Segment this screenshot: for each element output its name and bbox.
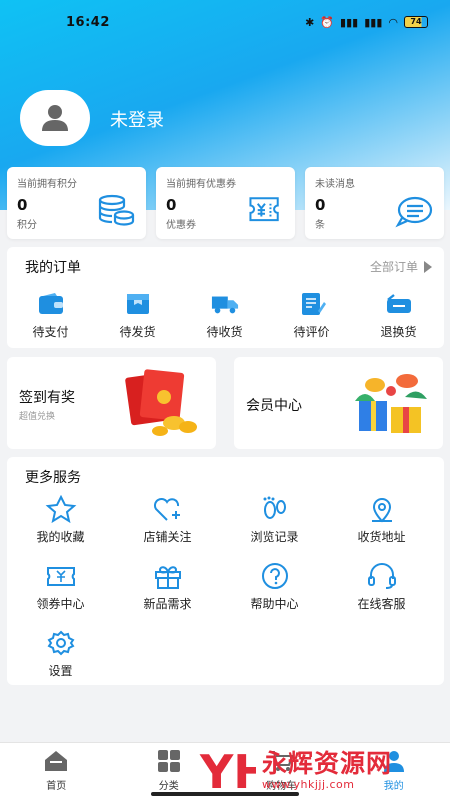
services-panel: 更多服务 我的收藏 店铺关注 浏览记录 收货地址 领券中心 新品需求 帮助中心 … [7,457,444,685]
member-title: 会员中心 [246,398,302,414]
order-pending-review[interactable]: 待评价 [268,291,355,340]
order-label: 退换货 [380,325,417,339]
watermark-url: www.yhkjjj.com [262,777,355,791]
service-label: 我的收藏 [36,530,85,544]
order-pending-shipment[interactable]: 待发货 [94,291,181,340]
service-label: 在线客服 [357,597,406,611]
coupon-card[interactable]: 当前拥有优惠券 0 优惠券 [156,167,295,239]
service-address[interactable]: 收货地址 [328,495,435,545]
order-return[interactable]: 退换货 [355,291,442,340]
settings-icon [47,630,74,656]
service-new-products[interactable]: 新品需求 [114,562,221,612]
service-online-support[interactable]: 在线客服 [328,562,435,612]
service-label: 店铺关注 [143,530,192,544]
truck-icon [211,296,238,314]
ticket-icon [46,567,75,586]
all-orders-link[interactable]: 全部订单 [370,258,432,275]
avatar[interactable] [20,90,90,146]
headset-icon [367,563,396,589]
order-label: 待收货 [206,325,243,339]
coupon-title: 当前拥有优惠券 [166,179,236,190]
wallet-icon [38,293,63,314]
gift-box-icon [355,374,427,433]
return-icon [386,294,411,313]
service-label: 浏览记录 [250,530,299,544]
site-watermark: YH 永辉资源网 www.yhkjjj.com [198,744,392,796]
chevron-right-icon [424,260,432,273]
status-icons: ✱ ⏰ ▮▮▮ ▮▮▮ ◠ 74 [305,16,428,29]
order-pending-payment[interactable]: 待支付 [7,291,94,340]
location-icon [371,498,392,523]
service-help-center[interactable]: 帮助中心 [221,562,328,612]
battery-icon: 74 [404,16,428,28]
message-card[interactable]: 未读消息 0 条 [305,167,444,239]
red-envelope-icon [125,369,197,436]
order-pending-receipt[interactable]: 待收货 [181,291,268,340]
order-label: 待评价 [293,325,330,339]
wifi-icon: ◠ [388,15,398,29]
status-time: 16:42 [66,14,110,30]
grid-icon [157,750,180,772]
message-title: 未读消息 [315,179,355,190]
heart-plus-icon [153,497,180,521]
login-status[interactable]: 未登录 [110,106,164,132]
service-label: 帮助中心 [250,597,299,611]
points-title: 当前拥有积分 [17,179,77,190]
service-favorites[interactable]: 我的收藏 [7,495,114,545]
star-icon [45,495,76,523]
box-icon [126,294,149,314]
service-label: 收货地址 [357,530,406,544]
member-center-card[interactable]: 会员中心 [234,357,443,449]
status-bar: 16:42 ✱ ⏰ ▮▮▮ ▮▮▮ ◠ 74 [0,0,450,44]
service-label: 设置 [48,664,73,678]
coins-icon [98,194,135,226]
message-icon [395,196,433,228]
services-title: 更多服务 [25,470,81,486]
service-label: 新品需求 [143,597,192,611]
watermark-logo-text: YH [199,745,256,796]
help-icon [261,563,288,589]
bluetooth-icon: ✱ [305,15,315,29]
service-settings[interactable]: 设置 [7,629,114,679]
orders-panel: 我的订单 全部订单 待支付 待发货 待收货 待评价 退换货 [7,247,444,348]
watermark-text: 永辉资源网 [262,748,393,778]
tab-home[interactable]: 首页 [0,743,113,800]
home-indicator[interactable] [151,792,299,796]
points-card[interactable]: 当前拥有积分 0 积分 [7,167,146,239]
service-label: 领券中心 [36,597,85,611]
order-label: 待支付 [32,325,69,339]
checkin-reward-card[interactable]: 签到有奖 超值兑换 [7,357,216,449]
review-icon [301,293,326,315]
signal-icon: ▮▮▮ [364,15,383,29]
footprint-icon [263,496,286,519]
orders-title: 我的订单 [25,260,81,276]
order-label: 待发货 [119,325,156,339]
service-history[interactable]: 浏览记录 [221,495,328,545]
tab-label: 首页 [46,781,67,792]
gift-icon [154,566,181,589]
service-coupon-center[interactable]: 领券中心 [7,562,114,612]
checkin-title: 签到有奖 [19,390,75,406]
all-orders-label: 全部订单 [369,260,418,274]
alarm-icon: ⏰ [320,15,335,29]
user-icon [42,105,68,131]
coupon-icon [249,197,279,222]
watermark-logo-icon: YH [199,745,256,796]
home-icon [45,751,68,771]
checkin-subtitle: 超值兑换 [19,412,56,422]
signal-icon: ▮▮▮ [340,15,359,29]
service-followed-shops[interactable]: 店铺关注 [114,495,221,545]
